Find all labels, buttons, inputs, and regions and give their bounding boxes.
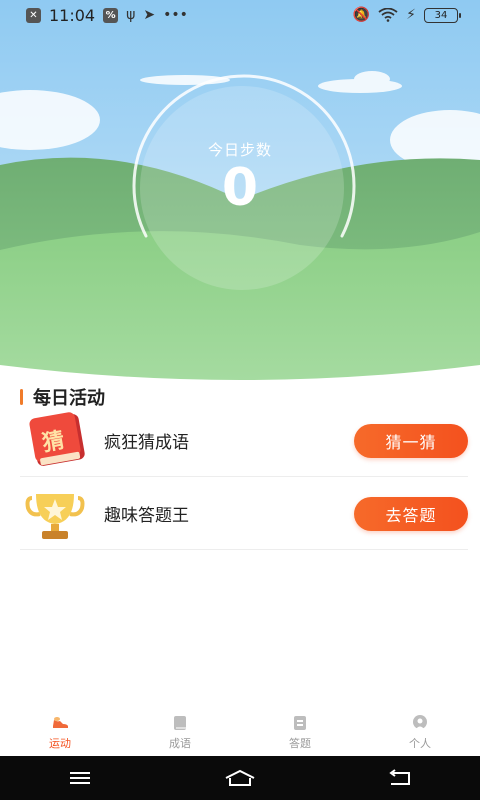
person-icon (413, 714, 427, 729)
tab-sport[interactable]: 运动 (0, 708, 120, 756)
system-nav-bar (0, 756, 480, 800)
home-icon (225, 769, 255, 786)
home-button[interactable] (220, 763, 260, 793)
status-time: 11:04 (49, 5, 96, 25)
tab-quiz[interactable]: 答题 (240, 708, 360, 756)
app-notification-icon: % (103, 7, 119, 23)
recent-apps-button[interactable] (60, 763, 100, 793)
steps-label: 今日步数 (207, 141, 272, 159)
battery-indicator: 34 (424, 7, 461, 23)
more-notifications-icon: ••• (163, 7, 188, 23)
guess-button[interactable]: 猜一猜 (354, 423, 468, 458)
notification-close-icon: ✕ (26, 7, 41, 23)
sneaker-icon (53, 716, 68, 728)
trophy-icon (20, 484, 90, 544)
charging-icon: ⚡ (406, 7, 416, 23)
activity-name: 疯狂猜成语 (104, 433, 189, 453)
status-bar: ✕ 11:04 % ψ ➤ ••• 🔕 ⚡ 34 (0, 0, 480, 30)
back-icon (389, 769, 410, 785)
red-book-icon: 猜 (20, 411, 90, 471)
back-button[interactable] (380, 763, 420, 793)
bottom-tab-bar: 运动 成语 答题 个人 (0, 708, 480, 756)
wifi-icon (378, 8, 398, 22)
quiz-icon (294, 715, 306, 730)
tab-idiom[interactable]: 成语 (120, 708, 240, 756)
usb-icon: ψ (126, 7, 136, 23)
book-icon (174, 715, 186, 730)
tab-label: 答题 (289, 736, 311, 750)
menu-icon (70, 772, 90, 784)
quiz-button[interactable]: 去答题 (354, 496, 468, 531)
section-accent-bar (20, 389, 23, 405)
hero-banner: 今日步数 0 (0, 0, 480, 380)
tab-label: 运动 (49, 736, 71, 750)
steps-count: 0 (221, 158, 259, 218)
tab-label: 个人 (409, 736, 431, 750)
activity-name: 趣味答题王 (104, 506, 189, 526)
activity-idiom-guess: 猜 疯狂猜成语 猜一猜 (20, 405, 468, 477)
activity-quiz-king: 趣味答题王 去答题 (20, 478, 468, 550)
tab-profile[interactable]: 个人 (360, 708, 480, 756)
bird-icon: ➤ (143, 7, 156, 23)
battery-level: 34 (434, 9, 448, 21)
mute-icon: 🔕 (352, 7, 371, 23)
tab-label: 成语 (169, 736, 191, 750)
